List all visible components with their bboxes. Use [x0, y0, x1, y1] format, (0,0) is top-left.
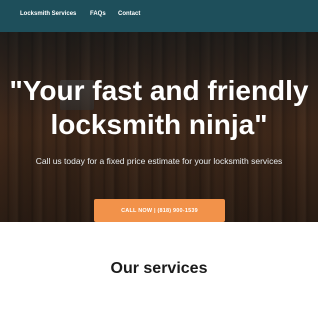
- services-title: Our services: [110, 260, 208, 277]
- services-section: Our services: [0, 222, 318, 318]
- call-now-button[interactable]: CALL NOW | (818) 900-1539: [94, 199, 225, 222]
- hero-subtitle: Call us today for a fixed price estimate…: [35, 156, 283, 166]
- nav-item-contact[interactable]: Contact: [118, 11, 158, 17]
- main-nav: Us Locksmith Services FAQs Contact: [0, 11, 158, 17]
- nav-item-locksmith-services[interactable]: Locksmith Services: [20, 11, 90, 17]
- top-nav-bar: Us Locksmith Services FAQs Contact: [0, 0, 318, 32]
- hero-section: "Your fast and friendly locksmith ninja"…: [0, 32, 318, 222]
- hero-title-line-1: "Your fast and friendly: [9, 75, 309, 106]
- nav-item-faqs[interactable]: FAQs: [90, 11, 118, 17]
- hero-title-line-2: locksmith ninja": [50, 109, 268, 140]
- nav-item-about-us[interactable]: Us: [0, 11, 20, 17]
- hero-title: "Your fast and friendly locksmith ninja": [0, 74, 318, 142]
